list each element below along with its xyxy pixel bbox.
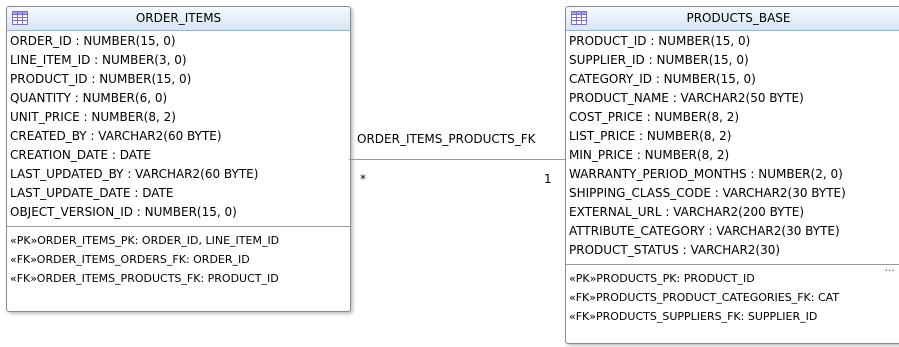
column-row: LAST_UPDATE_DATE : DATE (10, 186, 174, 200)
multiplicity-one: 1 (544, 172, 552, 186)
multiplicity-many: * (360, 172, 366, 186)
column-row: PRODUCT_NAME : VARCHAR2(50 BYTE) (569, 91, 804, 105)
products-base-table[interactable]: PRODUCTS_BASE PRODUCT_ID : NUMBER(15, 0)… (565, 6, 899, 344)
column-list: ORDER_ID : NUMBER(15, 0) LINE_ITEM_ID : … (7, 31, 350, 222)
column-row: LINE_ITEM_ID : NUMBER(3, 0) (10, 53, 187, 67)
column-row: ATTRIBUTE_CATEGORY : VARCHAR2(30 BYTE) (569, 224, 840, 238)
column-row: SUPPLIER_ID : NUMBER(15, 0) (569, 53, 749, 67)
column-row: EXTERNAL_URL : VARCHAR2(200 BYTE) (569, 205, 805, 219)
column-row: CATEGORY_ID : NUMBER(15, 0) (569, 72, 756, 86)
column-row: COST_PRICE : NUMBER(8, 2) (569, 110, 740, 124)
column-row: WARRANTY_PERIOD_MONTHS : NUMBER(2, 0) (569, 167, 843, 181)
column-row: PRODUCT_ID : NUMBER(15, 0) (569, 34, 751, 48)
column-row: QUANTITY : NUMBER(6, 0) (10, 91, 168, 105)
relationship-line[interactable] (349, 159, 565, 160)
column-row: LAST_UPDATED_BY : VARCHAR2(60 BYTE) (10, 167, 259, 181)
entity-title: PRODUCTS_BASE (686, 11, 791, 25)
key-row: «FK»ORDER_ITEMS_PRODUCTS_FK: PRODUCT_ID (10, 272, 279, 285)
key-list: «PK»PRODUCTS_PK: PRODUCT_ID «FK»PRODUCTS… (566, 264, 899, 326)
key-row: «FK»PRODUCTS_PRODUCT_CATEGORIES_FK: CAT (569, 291, 840, 304)
key-row: «PK»PRODUCTS_PK: PRODUCT_ID (569, 272, 755, 285)
column-list: PRODUCT_ID : NUMBER(15, 0) SUPPLIER_ID :… (566, 31, 899, 260)
key-row: «PK»ORDER_ITEMS_PK: ORDER_ID, LINE_ITEM_… (10, 234, 280, 247)
entity-title: ORDER_ITEMS (135, 11, 222, 25)
products-base-header[interactable]: PRODUCTS_BASE (566, 7, 899, 31)
column-row: PRODUCT_ID : NUMBER(15, 0) (10, 72, 192, 86)
column-row: UNIT_PRICE : NUMBER(8, 2) (10, 110, 176, 124)
table-icon (571, 11, 587, 25)
more-columns-indicator: ... (884, 261, 896, 274)
key-row: «FK»PRODUCTS_SUPPLIERS_FK: SUPPLIER_ID (569, 310, 818, 323)
column-row: SHIPPING_CLASS_CODE : VARCHAR2(30 BYTE) (569, 186, 846, 200)
key-row: «FK»ORDER_ITEMS_ORDERS_FK: ORDER_ID (10, 253, 250, 266)
column-row: CREATED_BY : VARCHAR2(60 BYTE) (10, 129, 222, 143)
column-row: ORDER_ID : NUMBER(15, 0) (10, 34, 176, 48)
key-list: «PK»ORDER_ITEMS_PK: ORDER_ID, LINE_ITEM_… (7, 226, 350, 288)
table-icon (12, 11, 28, 25)
column-row: PRODUCT_STATUS : VARCHAR2(30) (569, 243, 781, 257)
order-items-header[interactable]: ORDER_ITEMS (7, 7, 350, 31)
relationship-label: ORDER_ITEMS_PRODUCTS_FK (357, 132, 536, 146)
column-row: LIST_PRICE : NUMBER(8, 2) (569, 129, 732, 143)
column-row: CREATION_DATE : DATE (10, 148, 151, 162)
order-items-table[interactable]: ORDER_ITEMS ORDER_ID : NUMBER(15, 0) LIN… (6, 6, 351, 312)
column-row: MIN_PRICE : NUMBER(8, 2) (569, 148, 730, 162)
column-row: OBJECT_VERSION_ID : NUMBER(15, 0) (10, 205, 237, 219)
